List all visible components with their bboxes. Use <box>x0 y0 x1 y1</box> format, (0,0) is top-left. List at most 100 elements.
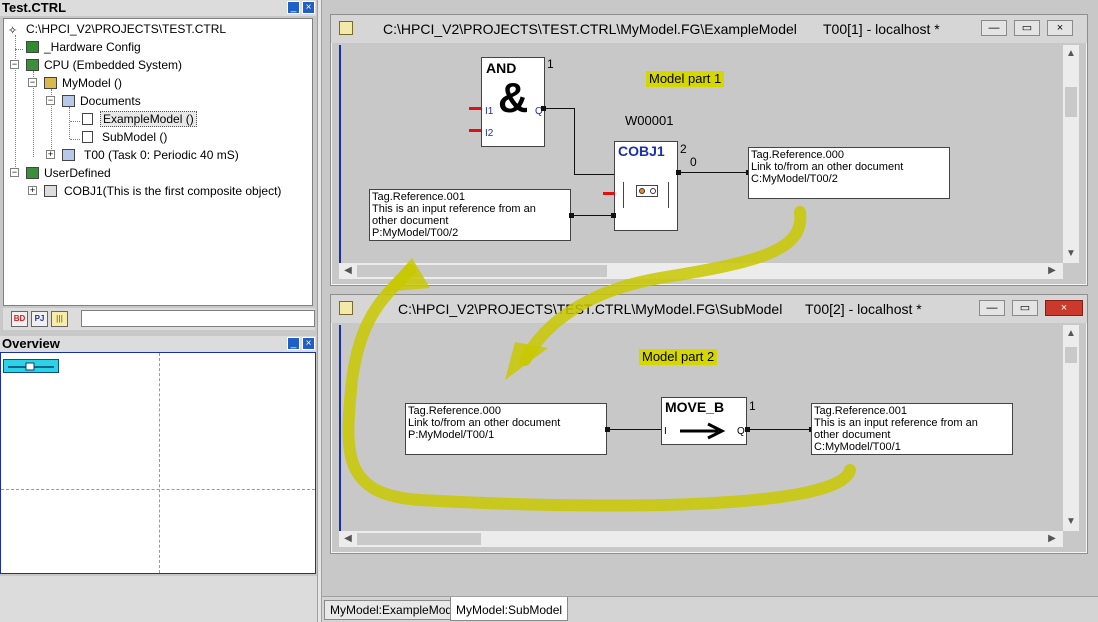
minimize-button[interactable]: — <box>981 20 1007 36</box>
input-pin-i[interactable]: I <box>664 426 667 437</box>
ref-line: other document <box>372 215 449 227</box>
tag-reference-000-out[interactable]: Tag.Reference.000 Link to/from an other … <box>748 147 950 199</box>
scroll-right-icon[interactable]: ▶ <box>1045 532 1059 546</box>
document-icon <box>82 131 93 143</box>
tree-item-mymodel[interactable]: − MyModel () <box>28 75 228 91</box>
tree-item-label: COBJ1(This is the first composite object… <box>64 184 282 198</box>
scroll-up-icon[interactable]: ▲ <box>1064 47 1078 61</box>
close-panel-icon[interactable]: × <box>302 1 315 14</box>
tree-item-label: UserDefined <box>44 166 111 180</box>
task-icon <box>62 149 75 161</box>
tree-item-cobj1[interactable]: + COBJ1(This is the first composite obje… <box>28 183 313 199</box>
unconnected-input-marker <box>469 129 481 132</box>
library-icon <box>26 167 39 179</box>
diagram-canvas[interactable]: Model part 1 AND & I1 I2 Q 1 W00001 COBJ… <box>339 45 1073 263</box>
scroll-thumb[interactable] <box>357 533 481 545</box>
bd-button[interactable]: BD <box>11 311 28 327</box>
tab-submodel[interactable]: MyModel:SubModel <box>450 597 569 621</box>
tag-reference-001-in[interactable]: Tag.Reference.001 This is an input refer… <box>369 189 571 241</box>
horizontal-scrollbar[interactable]: ◀ ▶ <box>339 263 1063 279</box>
tree-item-documents[interactable]: − Documents <box>46 93 246 109</box>
and-function-block[interactable]: AND & I1 I2 Q <box>481 57 545 147</box>
scroll-down-icon[interactable]: ▼ <box>1064 515 1078 529</box>
collapse-icon[interactable]: − <box>10 60 19 69</box>
tag-reference-000-in[interactable]: Tag.Reference.000 Link to/from an other … <box>405 403 607 455</box>
cobj-output-value: 0 <box>690 155 697 169</box>
scroll-thumb[interactable] <box>1065 87 1077 117</box>
maximize-button[interactable]: ▭ <box>1014 20 1040 36</box>
project-root-icon: ✧ <box>8 25 18 37</box>
horizontal-scrollbar[interactable]: ◀ ▶ <box>339 531 1063 547</box>
minimize-overview-icon[interactable]: _ <box>287 337 300 350</box>
library-button[interactable]: ||| <box>51 311 68 327</box>
document-tab-bar: MyModel:ExampleModel MyModel:SubModel <box>322 596 1098 622</box>
library-icon: ||| <box>56 314 63 323</box>
minimize-panel-icon[interactable]: _ <box>287 1 300 14</box>
window-title-path: C:\HPCI_V2\PROJECTS\TEST.CTRL\MyModel.FG… <box>383 21 797 37</box>
model-icon <box>44 77 57 89</box>
tree-item-label: _Hardware Config <box>44 40 141 54</box>
collapse-icon[interactable]: − <box>46 96 55 105</box>
tab-examplemodel[interactable]: MyModel:ExampleModel <box>324 600 468 620</box>
window-titlebar[interactable]: C:\HPCI_V2\PROJECTS\TEST.CTRL\MyModel.FG… <box>331 295 1087 323</box>
ref-line: Tag.Reference.000 <box>751 149 844 161</box>
toolbar-input[interactable] <box>81 310 315 327</box>
window-title-path: C:\HPCI_V2\PROJECTS\TEST.CTRL\MyModel.FG… <box>398 301 783 317</box>
input-pin-i2[interactable]: I2 <box>485 128 493 139</box>
expand-icon[interactable]: + <box>46 150 55 159</box>
scroll-right-icon[interactable]: ▶ <box>1045 264 1059 278</box>
tree-item-cpu[interactable]: − CPU (Embedded System) <box>10 57 210 73</box>
project-tree[interactable]: ✧ C:\HPCI_V2\PROJECTS\TEST.CTRL _Hardwar… <box>3 18 313 306</box>
overview-viewport-thumb[interactable] <box>3 359 59 373</box>
output-pin-q[interactable]: Q <box>737 426 745 437</box>
vertical-scrollbar[interactable]: ▲ ▼ <box>1063 45 1079 263</box>
input-pin-i1[interactable]: I1 <box>485 106 493 117</box>
cobj1-composite-block[interactable]: COBJ1 <box>614 141 678 231</box>
ref-line: C:MyModel/T00/1 <box>814 441 901 453</box>
tree-item-label: MyModel () <box>62 76 123 90</box>
ref-line: other document <box>814 429 891 441</box>
vertical-scrollbar[interactable]: ▲ ▼ <box>1063 325 1079 531</box>
diagram-canvas[interactable]: Model part 2 Tag.Reference.000 Link to/f… <box>339 325 1073 531</box>
tree-item-userdefined[interactable]: − UserDefined <box>10 165 210 181</box>
block-name: COBJ1 <box>618 143 665 159</box>
ref-line: Tag.Reference.000 <box>408 405 501 417</box>
tree-item-examplemodel[interactable]: ExampleModel () <box>82 111 282 127</box>
scroll-up-icon[interactable]: ▲ <box>1064 327 1078 341</box>
document-icon <box>339 21 353 35</box>
model-part-note: Model part 1 <box>646 71 725 87</box>
scroll-down-icon[interactable]: ▼ <box>1064 247 1078 261</box>
cpu-icon <box>26 59 39 71</box>
ref-line: This is an input reference from an <box>372 203 536 215</box>
maximize-button[interactable]: ▭ <box>1012 300 1038 316</box>
tree-item-submodel[interactable]: SubModel () <box>82 129 282 145</box>
scroll-thumb[interactable] <box>1065 347 1077 363</box>
window-titlebar[interactable]: C:\HPCI_V2\PROJECTS\TEST.CTRL\MyModel.FG… <box>331 15 1087 43</box>
tree-item-task-t00[interactable]: + T00 (Task 0: Periodic 40 mS) <box>46 147 286 163</box>
model-part-note: Model part 2 <box>639 349 718 365</box>
overview-canvas[interactable] <box>0 352 316 574</box>
collapse-icon[interactable]: − <box>10 168 19 177</box>
close-button[interactable]: × <box>1047 20 1073 36</box>
tag-reference-001-out[interactable]: Tag.Reference.001 This is an input refer… <box>811 403 1013 455</box>
pj-button[interactable]: PJ <box>31 311 48 327</box>
minimize-button[interactable]: — <box>979 300 1005 316</box>
ref-line: Link to/from an other document <box>751 161 904 173</box>
close-overview-icon[interactable]: × <box>302 337 315 350</box>
ref-line: This is an input reference from an <box>814 417 978 429</box>
block-name: MOVE_B <box>665 399 725 415</box>
collapse-icon[interactable]: − <box>28 78 37 87</box>
window-title-task: T00[1] - localhost * <box>823 21 940 37</box>
ref-line: Tag.Reference.001 <box>814 405 907 417</box>
scroll-left-icon[interactable]: ◀ <box>341 264 355 278</box>
tree-item-label: ExampleModel () <box>100 111 197 127</box>
expand-icon[interactable]: + <box>28 186 37 195</box>
document-icon <box>82 113 93 125</box>
panel-splitter[interactable] <box>317 0 322 622</box>
document-icon <box>339 301 353 315</box>
move-b-function-block[interactable]: MOVE_B I Q <box>661 397 747 445</box>
scroll-thumb[interactable] <box>357 265 607 277</box>
scroll-left-icon[interactable]: ◀ <box>341 532 355 546</box>
close-button[interactable]: × <box>1045 300 1083 316</box>
project-toolbar: BD PJ ||| <box>3 308 315 330</box>
